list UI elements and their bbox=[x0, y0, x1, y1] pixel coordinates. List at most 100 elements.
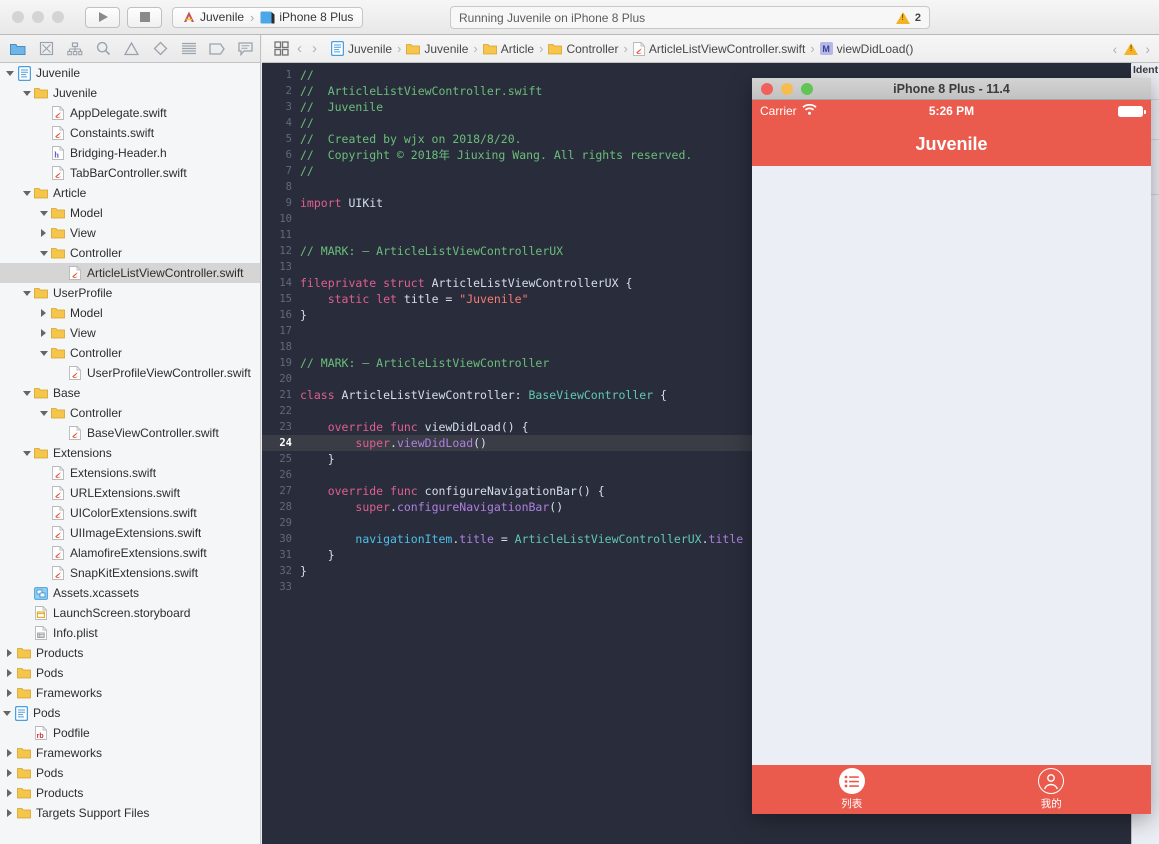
code-token: { bbox=[653, 388, 667, 402]
disclosure-triangle-open[interactable] bbox=[37, 410, 50, 416]
debug-navigator-icon[interactable] bbox=[175, 37, 203, 61]
disclosure-triangle-open[interactable] bbox=[0, 710, 13, 716]
breadcrumb-item-article[interactable]: Article bbox=[480, 42, 537, 56]
navigator-row[interactable]: Extensions bbox=[0, 443, 260, 463]
navigate-forward-button[interactable]: › bbox=[307, 40, 322, 57]
navigator-row[interactable]: Assets.xcassets bbox=[0, 583, 260, 603]
disclosure-triangle-open[interactable] bbox=[3, 70, 16, 76]
navigator-row[interactable]: Extensions.swift bbox=[0, 463, 260, 483]
navigator-row[interactable]: UIImageExtensions.swift bbox=[0, 523, 260, 543]
navigator-row[interactable]: AppDelegate.swift bbox=[0, 103, 260, 123]
disclosure-triangle-closed[interactable] bbox=[37, 229, 50, 237]
warning-icon[interactable] bbox=[1124, 42, 1139, 55]
disclosure-triangle-open[interactable] bbox=[37, 350, 50, 356]
breadcrumb-item-juvenile[interactable]: Juvenile bbox=[403, 42, 471, 56]
disclosure-triangle-closed[interactable] bbox=[3, 689, 16, 697]
tab-item-profile[interactable]: 我的 bbox=[952, 765, 1152, 814]
navigator-row[interactable]: Products bbox=[0, 643, 260, 663]
previous-issue-button[interactable]: ‹ bbox=[1113, 41, 1118, 57]
stop-button[interactable] bbox=[127, 6, 162, 28]
disclosure-triangle-closed[interactable] bbox=[3, 749, 16, 757]
disclosure-triangle-closed[interactable] bbox=[3, 649, 16, 657]
related-items-icon[interactable] bbox=[270, 41, 292, 56]
navigator-row[interactable]: Article bbox=[0, 183, 260, 203]
project-navigator[interactable]: Juvenile Juvenile AppDelegate.swift Constai… bbox=[0, 63, 261, 844]
navigator-row[interactable]: Frameworks bbox=[0, 743, 260, 763]
navigator-row[interactable]: View bbox=[0, 323, 260, 343]
navigator-row[interactable]: h Bridging-Header.h bbox=[0, 143, 260, 163]
project-navigator-icon[interactable] bbox=[4, 37, 32, 61]
disclosure-triangle-open[interactable] bbox=[20, 390, 33, 396]
navigator-row[interactable]: SnapKitExtensions.swift bbox=[0, 563, 260, 583]
disclosure-triangle-closed[interactable] bbox=[3, 809, 16, 817]
breadcrumb-item-juvenile[interactable]: Juvenile bbox=[328, 41, 395, 56]
navigator-row[interactable]: Controller bbox=[0, 343, 260, 363]
line-number: 28 bbox=[279, 501, 292, 513]
navigator-row[interactable]: URLExtensions.swift bbox=[0, 483, 260, 503]
navigator-row[interactable]: Controller bbox=[0, 243, 260, 263]
navigator-row[interactable]: Model bbox=[0, 303, 260, 323]
disclosure-triangle-closed[interactable] bbox=[3, 789, 16, 797]
navigator-row[interactable]: UIColorExtensions.swift bbox=[0, 503, 260, 523]
navigator-row[interactable]: LaunchScreen.storyboard bbox=[0, 603, 260, 623]
navigator-row[interactable]: Pods bbox=[0, 763, 260, 783]
run-button[interactable] bbox=[85, 6, 120, 28]
navigator-row[interactable]: BaseViewController.swift bbox=[0, 423, 260, 443]
disclosure-triangle-closed[interactable] bbox=[3, 669, 16, 677]
navigator-row[interactable]: Frameworks bbox=[0, 683, 260, 703]
report-navigator-icon[interactable] bbox=[232, 37, 260, 61]
close-window-button[interactable] bbox=[12, 11, 24, 23]
next-issue-button[interactable]: › bbox=[1145, 41, 1150, 57]
ios-simulator-window[interactable]: iPhone 8 Plus - 11.4 Carrier 5:26 PM Juv… bbox=[752, 78, 1151, 814]
navigator-row[interactable]: Info.plist bbox=[0, 623, 260, 643]
navigator-row-label: Model bbox=[70, 306, 103, 320]
line-number: 8 bbox=[285, 181, 292, 193]
navigator-row[interactable]: TabBarController.swift bbox=[0, 163, 260, 183]
symbol-navigator-icon[interactable] bbox=[61, 37, 89, 61]
scheme-destination-control[interactable]: Juvenile › iPhone 8 Plus bbox=[172, 6, 364, 28]
navigator-row[interactable]: Targets Support Files bbox=[0, 803, 260, 823]
zoom-window-button[interactable] bbox=[52, 11, 64, 23]
disclosure-triangle-open[interactable] bbox=[20, 190, 33, 196]
disclosure-triangle-open[interactable] bbox=[37, 210, 50, 216]
breadcrumb-item-articlelistviewcontroller-swift[interactable]: ArticleListViewController.swift bbox=[630, 42, 809, 56]
navigator-row[interactable]: AlamofireExtensions.swift bbox=[0, 543, 260, 563]
navigator-row[interactable]: Base bbox=[0, 383, 260, 403]
ios-tab-bar[interactable]: 列表 我的 bbox=[752, 765, 1151, 814]
navigator-row-selected[interactable]: ArticleListViewController.swift bbox=[0, 263, 260, 283]
disclosure-triangle-open[interactable] bbox=[20, 90, 33, 96]
disclosure-triangle-open[interactable] bbox=[20, 450, 33, 456]
navigate-back-button[interactable]: ‹ bbox=[292, 40, 307, 57]
minimize-window-button[interactable] bbox=[32, 11, 44, 23]
navigator-row[interactable]: Model bbox=[0, 203, 260, 223]
test-navigator-icon[interactable] bbox=[146, 37, 174, 61]
navigator-row[interactable]: Pods bbox=[0, 663, 260, 683]
navigator-row[interactable]: rb Podfile bbox=[0, 723, 260, 743]
swift-file-icon bbox=[50, 526, 66, 540]
simulator-screen[interactable]: Carrier 5:26 PM Juvenile 列表 我的 bbox=[752, 100, 1151, 814]
disclosure-triangle-closed[interactable] bbox=[37, 329, 50, 337]
navigator-row[interactable]: Products bbox=[0, 783, 260, 803]
navigator-row[interactable]: Constaints.swift bbox=[0, 123, 260, 143]
code-token: class bbox=[300, 388, 335, 402]
disclosure-triangle-closed[interactable] bbox=[3, 769, 16, 777]
disclosure-triangle-open[interactable] bbox=[37, 250, 50, 256]
navigator-row[interactable]: UserProfile bbox=[0, 283, 260, 303]
find-navigator-icon[interactable] bbox=[89, 37, 117, 61]
navigator-row[interactable]: Juvenile bbox=[0, 83, 260, 103]
breadcrumb-item-viewdidload-[interactable]: MviewDidLoad() bbox=[817, 42, 917, 56]
disclosure-triangle-closed[interactable] bbox=[37, 309, 50, 317]
navigator-row[interactable]: View bbox=[0, 223, 260, 243]
navigator-row[interactable]: Juvenile bbox=[0, 63, 260, 83]
breadcrumb-item-controller[interactable]: Controller bbox=[545, 42, 621, 56]
ios-content-area[interactable] bbox=[752, 166, 1151, 765]
navigator-row[interactable]: Pods bbox=[0, 703, 260, 723]
navigator-row[interactable]: Controller bbox=[0, 403, 260, 423]
issues-badge[interactable]: 2 bbox=[895, 11, 921, 24]
disclosure-triangle-open[interactable] bbox=[20, 290, 33, 296]
issue-navigator-icon[interactable] bbox=[118, 37, 146, 61]
navigator-row[interactable]: UserProfileViewController.swift bbox=[0, 363, 260, 383]
tab-item-list[interactable]: 列表 bbox=[752, 765, 952, 814]
source-control-navigator-icon[interactable] bbox=[32, 37, 60, 61]
breakpoint-navigator-icon[interactable] bbox=[203, 37, 231, 61]
